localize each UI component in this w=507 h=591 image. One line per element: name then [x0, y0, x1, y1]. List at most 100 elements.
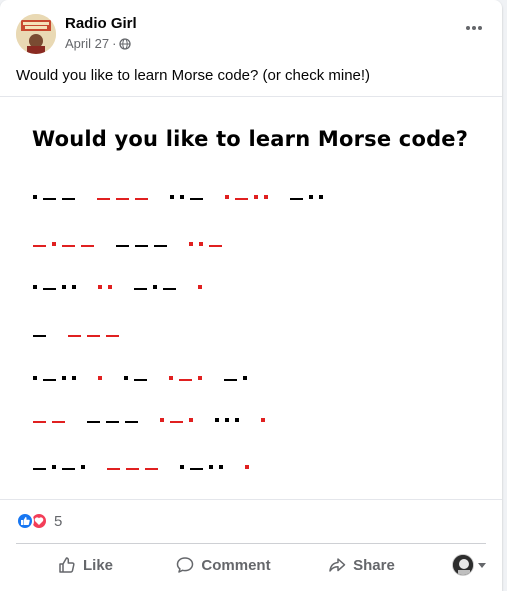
- post-date[interactable]: April 27: [65, 36, 109, 52]
- morse-dot: [153, 285, 157, 289]
- morse-row: [0, 187, 502, 207]
- like-reaction-icon: [16, 512, 34, 530]
- morse-dash: [33, 421, 46, 423]
- share-arrow-icon: [329, 558, 346, 572]
- morse-dash: [135, 245, 148, 247]
- morse-dash: [163, 288, 176, 290]
- morse-dot: [198, 376, 202, 380]
- globe-icon[interactable]: [119, 38, 132, 50]
- morse-dot: [189, 418, 193, 422]
- morse-dot: [81, 465, 85, 469]
- morse-dash: [209, 245, 222, 247]
- like-label: Like: [82, 556, 113, 574]
- morse-dash: [145, 468, 158, 470]
- morse-dash: [190, 198, 203, 200]
- morse-dash: [126, 468, 139, 470]
- morse-dash: [107, 468, 120, 470]
- morse-dash: [62, 198, 75, 200]
- morse-dot: [199, 242, 203, 246]
- morse-dash: [97, 198, 110, 200]
- morse-row: [0, 234, 502, 254]
- morse-dot: [219, 465, 223, 469]
- morse-dash: [224, 379, 237, 381]
- post-text: Would you like to learn Morse code? (or …: [16, 67, 371, 84]
- morse-dash: [43, 198, 56, 200]
- morse-dot: [62, 376, 66, 380]
- share-button[interactable]: Share: [292, 549, 430, 581]
- reactions-summary[interactable]: 5: [16, 512, 62, 530]
- post-meta: Radio Girl April 27 ·: [65, 14, 137, 58]
- morse-dash: [170, 421, 183, 423]
- morse-dot: [160, 418, 164, 422]
- radio-girl-logo-icon: [16, 14, 56, 54]
- morse-dot: [180, 195, 184, 199]
- morse-dash: [33, 335, 46, 337]
- post-header: Radio Girl April 27 ·: [16, 14, 486, 58]
- morse-row: [0, 277, 502, 297]
- morse-dot: [170, 195, 174, 199]
- like-button[interactable]: Like: [16, 549, 154, 581]
- image-title: Would you like to learn Morse code?: [32, 127, 469, 151]
- morse-dot: [209, 465, 213, 469]
- morse-dot: [309, 195, 313, 199]
- morse-dash: [106, 421, 119, 423]
- morse-dot: [235, 418, 239, 422]
- morse-dot: [225, 418, 229, 422]
- morse-dot: [62, 285, 66, 289]
- morse-dash: [62, 468, 75, 470]
- morse-dash: [134, 379, 147, 381]
- more-options-icon[interactable]: [462, 16, 486, 40]
- morse-dot: [72, 285, 76, 289]
- post-subline: April 27 ·: [65, 36, 137, 52]
- morse-dot: [264, 195, 268, 199]
- morse-dash: [68, 335, 81, 337]
- comment-button[interactable]: Comment: [154, 549, 292, 581]
- author-avatar[interactable]: [16, 14, 56, 54]
- morse-dot: [189, 242, 193, 246]
- morse-row: [0, 457, 502, 477]
- morse-dot: [254, 195, 258, 199]
- share-label: Share: [353, 556, 395, 574]
- morse-dot: [169, 376, 173, 380]
- profile-avatar: [452, 554, 474, 576]
- author-name[interactable]: Radio Girl: [65, 15, 137, 33]
- actions-divider: [16, 543, 486, 544]
- morse-dot: [243, 376, 247, 380]
- morse-dot: [33, 376, 37, 380]
- morse-dot: [108, 285, 112, 289]
- morse-dash: [235, 198, 248, 200]
- morse-dash: [190, 468, 203, 470]
- post-image[interactable]: Would you like to learn Morse code?: [0, 96, 502, 500]
- morse-row: [0, 324, 502, 344]
- morse-dash: [290, 198, 303, 200]
- comment-bubble-icon: [177, 557, 194, 573]
- morse-dash: [154, 245, 167, 247]
- morse-dash: [135, 198, 148, 200]
- morse-dot: [52, 465, 56, 469]
- action-bar: Like Comment Share: [16, 547, 486, 583]
- morse-dash: [43, 379, 56, 381]
- thumbs-up-icon: [59, 557, 75, 573]
- morse-dot: [33, 195, 37, 199]
- morse-dot: [215, 418, 219, 422]
- morse-dash: [62, 245, 75, 247]
- morse-dash: [33, 245, 46, 247]
- morse-dot: [198, 285, 202, 289]
- reaction-profile-selector[interactable]: [430, 554, 486, 576]
- morse-row: [0, 368, 502, 388]
- morse-dash: [106, 335, 119, 337]
- morse-dot: [245, 465, 249, 469]
- morse-dash: [87, 335, 100, 337]
- morse-dot: [124, 376, 128, 380]
- morse-dot: [98, 376, 102, 380]
- morse-dash: [116, 198, 129, 200]
- morse-dot: [52, 242, 56, 246]
- morse-dot: [225, 195, 229, 199]
- morse-dash: [116, 245, 129, 247]
- morse-dot: [33, 285, 37, 289]
- morse-dash: [125, 421, 138, 423]
- morse-dash: [33, 468, 46, 470]
- morse-dash: [87, 421, 100, 423]
- morse-dash: [52, 421, 65, 423]
- post-card: Radio Girl April 27 · Would you like to …: [0, 0, 502, 591]
